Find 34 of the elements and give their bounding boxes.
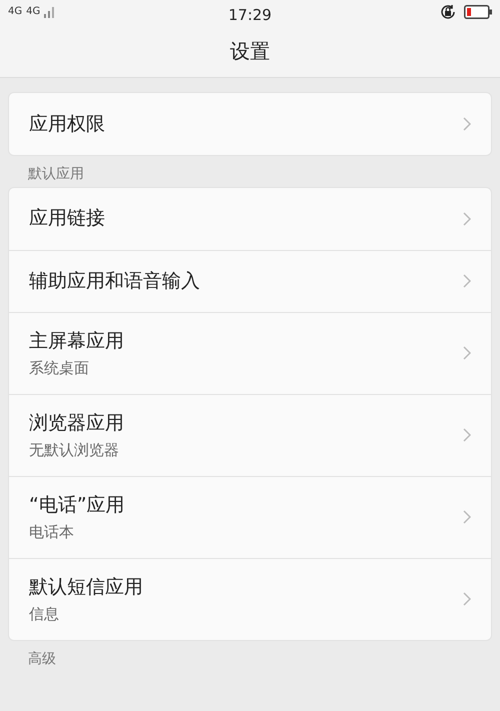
settings-item[interactable]: 主屏幕应用 系统桌面 xyxy=(9,312,491,394)
chevron-right-icon xyxy=(463,346,471,360)
item-title: “电话”应用 xyxy=(29,494,126,517)
item-title: 浏览器应用 xyxy=(29,412,125,435)
item-subtitle: 电话本 xyxy=(29,522,75,541)
settings-item[interactable]: 辅助应用和语音输入 xyxy=(9,250,491,312)
item-subtitle: 无默认浏览器 xyxy=(29,440,120,459)
chevron-right-icon xyxy=(463,592,471,606)
page-title: 设置 xyxy=(230,38,270,64)
chevron-right-icon xyxy=(463,117,471,131)
settings-item[interactable]: 浏览器应用 无默认浏览器 xyxy=(9,394,491,476)
network-label: 4G xyxy=(8,7,22,17)
item-title: 应用权限 xyxy=(29,112,106,136)
item-subtitle: 信息 xyxy=(29,604,60,623)
item-title: 默认短信应用 xyxy=(29,576,144,599)
network-label: 4G xyxy=(26,7,40,17)
item-title: 辅助应用和语音输入 xyxy=(29,270,201,293)
chevron-right-icon xyxy=(463,274,471,288)
settings-item[interactable]: 默认短信应用 信息 xyxy=(9,558,491,640)
rotation-lock-icon xyxy=(440,4,456,20)
item-title: 主屏幕应用 xyxy=(29,330,125,353)
status-time: 17:29 xyxy=(228,5,272,26)
settings-item[interactable]: 应用链接 xyxy=(9,188,491,250)
settings-item[interactable]: “电话”应用 电话本 xyxy=(9,476,491,558)
chevron-right-icon xyxy=(463,212,471,226)
battery-icon xyxy=(464,5,492,19)
section-header: 高级 xyxy=(27,650,57,669)
item-title: 应用链接 xyxy=(29,207,106,230)
chevron-right-icon xyxy=(463,510,471,524)
section-header: 默认应用 xyxy=(27,165,85,184)
signal-icon xyxy=(44,6,56,18)
settings-item[interactable]: 应用权限 xyxy=(9,93,491,155)
chevron-right-icon xyxy=(463,428,471,442)
item-subtitle: 系统桌面 xyxy=(29,358,90,377)
